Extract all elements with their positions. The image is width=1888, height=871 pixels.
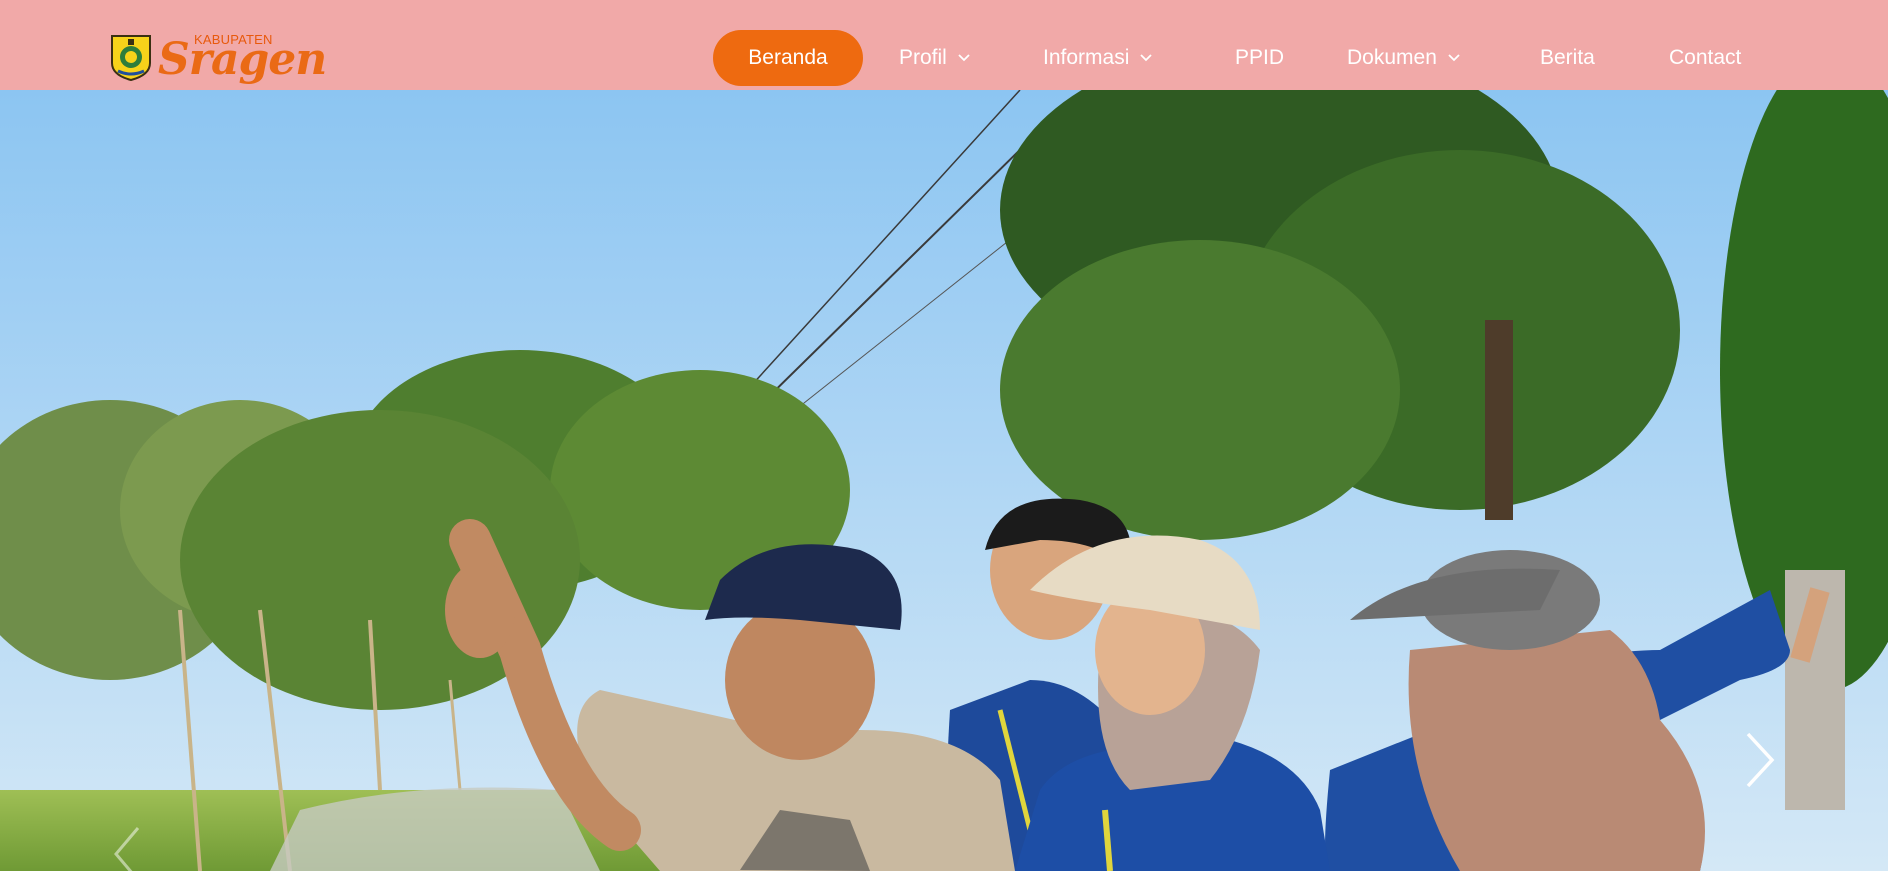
page: KABUPATEN Sragen Beranda Profil Informas… xyxy=(0,0,1888,871)
nav-item-label: Profil xyxy=(899,46,947,69)
nav-item-beranda[interactable]: Beranda xyxy=(713,30,863,86)
chevron-down-icon xyxy=(1140,54,1152,62)
nav-item-berita[interactable]: Berita xyxy=(1540,30,1595,86)
chevron-right-icon[interactable] xyxy=(1740,728,1780,792)
hero-slider xyxy=(0,90,1888,871)
nav-item-label: PPID xyxy=(1235,46,1285,69)
nav-item-profil[interactable]: Profil xyxy=(899,30,971,86)
nav-item-ppid[interactable]: PPID xyxy=(1235,30,1284,86)
nav-item-label: Contact xyxy=(1669,46,1742,69)
nav-item-contact[interactable]: Contact xyxy=(1669,30,1741,86)
nav-item-label: Beranda xyxy=(748,46,828,69)
chevron-left-icon[interactable] xyxy=(108,822,148,871)
nav-item-label: Berita xyxy=(1540,46,1595,69)
site-header: KABUPATEN Sragen Beranda Profil Informas… xyxy=(0,0,1888,90)
chevron-down-icon xyxy=(1448,54,1460,62)
main-nav: Beranda Profil Informasi PPID Dokumen Be… xyxy=(0,30,1888,86)
nav-item-label: Dokumen xyxy=(1347,46,1437,69)
nav-item-dokumen[interactable]: Dokumen xyxy=(1347,30,1461,86)
hero-image xyxy=(0,90,1888,871)
chevron-down-icon xyxy=(958,54,970,62)
nav-item-label: Informasi xyxy=(1043,46,1130,69)
nav-item-informasi[interactable]: Informasi xyxy=(1043,30,1153,86)
